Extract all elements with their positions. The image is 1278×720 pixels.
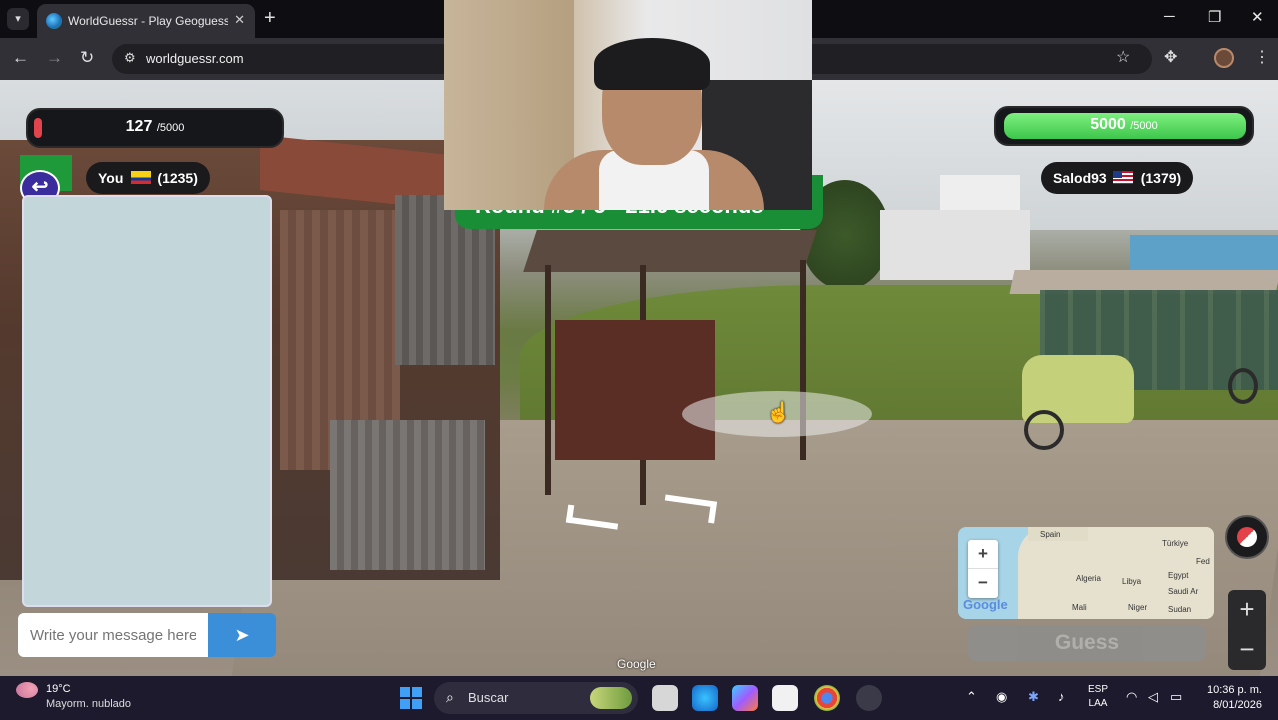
maximize-button[interactable]: ❐ [1208, 8, 1221, 26]
windows-taskbar: 19°C Mayorm. nublado ⌕ Buscar ⌃ ◉ ✱ ♪ ES… [0, 676, 1278, 720]
map-label: Fed [1196, 557, 1210, 566]
weather-description[interactable]: Mayorm. nublado [46, 698, 131, 710]
us-flag-icon [1112, 171, 1133, 184]
microphone-icon[interactable]: ♪ [1058, 689, 1065, 704]
onedrive-icon[interactable]: ◉ [996, 689, 1007, 705]
kiosk-post [545, 265, 551, 495]
search-label: Buscar [468, 690, 509, 705]
streetview-zoom-out-button[interactable]: − [1228, 630, 1266, 670]
task-view-icon[interactable] [652, 685, 678, 711]
copilot-icon[interactable] [732, 685, 758, 711]
clock-time: 10:36 p. m. [1206, 684, 1262, 696]
player-health-text: 127 /5000 [125, 118, 185, 135]
map-label: Libya [1122, 577, 1142, 586]
map-label: Mali [1072, 603, 1087, 612]
clock-date: 8/01/2026 [1213, 699, 1262, 711]
close-window-button[interactable]: ✕ [1251, 8, 1264, 26]
kiosk-roof [523, 230, 817, 272]
google-watermark: Google [617, 657, 656, 671]
tab-close-icon[interactable]: ✕ [234, 12, 245, 28]
system-clock[interactable]: 10:36 p. m. 8/01/2026 [1202, 683, 1262, 713]
profile-avatar[interactable] [1214, 48, 1234, 68]
windows-start-icon[interactable] [400, 687, 422, 709]
player-you-score: (1235) [157, 170, 198, 186]
volume-icon[interactable]: ◁ [1148, 689, 1158, 705]
reload-icon[interactable]: ↻ [80, 48, 94, 68]
forward-arrow-icon[interactable]: → [46, 48, 63, 68]
map-label: Saudi Ar [1168, 587, 1199, 596]
tab-search-menu-icon[interactable]: ▾ [7, 8, 29, 30]
obs-recorder-icon[interactable] [856, 685, 882, 711]
battery-icon[interactable]: ▭ [1170, 689, 1182, 705]
search-highlight-image [590, 687, 632, 709]
hand-cursor-icon: ☝ [766, 402, 791, 424]
taskbar-search[interactable]: ⌕ Buscar [434, 682, 638, 714]
send-message-button[interactable]: ➤ [208, 613, 276, 657]
extensions-puzzle-icon[interactable]: ✥ [1164, 47, 1177, 67]
chat-messages-panel[interactable] [22, 195, 272, 607]
streetview-zoom-in-button[interactable]: + [1228, 590, 1266, 630]
language-code: ESP [1088, 684, 1109, 695]
cart-wheel [1024, 410, 1064, 450]
corrugated-sheet [330, 420, 485, 570]
map-label: Egypt [1168, 571, 1189, 580]
player-health-bar: 127 /5000 [26, 108, 284, 148]
opponent-health-bar: 5000 /5000 [994, 106, 1254, 146]
house-upper [940, 175, 1020, 215]
wifi-icon[interactable]: ◠ [1126, 689, 1137, 705]
site-settings-icon[interactable]: ⚙ [124, 50, 136, 66]
show-hidden-icons[interactable]: ⌃ [966, 689, 977, 705]
webcam-person-headphones [594, 38, 710, 90]
map-zoom-out-button[interactable]: − [968, 569, 998, 598]
kiosk-stall [555, 320, 715, 460]
guess-button[interactable]: Guess [968, 625, 1206, 661]
globe-favicon-icon [46, 13, 62, 29]
chrome-icon[interactable] [814, 685, 840, 711]
opponent-health-text: 5000 /5000 [1090, 116, 1158, 133]
blue-roof-house [1130, 235, 1278, 275]
map-label: Türkiye [1162, 539, 1189, 548]
tab-title: WorldGuessr - Play Geoguessr Free [68, 14, 228, 28]
opponent-pill: Salod93 (1379) [1041, 162, 1194, 194]
map-zoom-in-button[interactable]: + [968, 540, 998, 569]
map-label: Algeria [1076, 574, 1101, 583]
opponent-score: (1379) [1140, 170, 1182, 186]
colombia-flag-icon [131, 171, 152, 184]
weather-temperature[interactable]: 19°C [46, 683, 71, 695]
keyboard-layout: LAA [1088, 698, 1108, 709]
cart-wheel [1228, 368, 1258, 404]
browser-menu-icon[interactable]: ⋮ [1254, 47, 1270, 67]
minimize-button[interactable]: ─ [1164, 8, 1175, 25]
map-label: Sudan [1168, 605, 1192, 614]
back-arrow-icon[interactable]: ← [12, 48, 29, 68]
map-label: Niger [1128, 603, 1148, 612]
keyboard-language[interactable]: ESP LAA [1088, 683, 1108, 711]
webcam-overlay [444, 0, 812, 210]
compass-icon[interactable] [1225, 515, 1269, 559]
url-text[interactable]: worldguessr.com [146, 51, 244, 66]
active-tab[interactable]: WorldGuessr - Play Geoguessr Free ✕ [37, 4, 255, 38]
map-zoom-controls: + − [968, 540, 998, 598]
microsoft-store-icon[interactable] [772, 685, 798, 711]
bookmark-star-icon[interactable]: ☆ [1116, 47, 1130, 67]
player-you-pill: You (1235) [86, 162, 210, 194]
map-label: Spain [1040, 530, 1061, 539]
new-tab-button[interactable]: + [264, 7, 276, 29]
edge-browser-icon[interactable] [692, 685, 718, 711]
search-icon: ⌕ [446, 689, 454, 705]
paper-plane-icon: ➤ [234, 625, 250, 645]
bluetooth-icon[interactable]: ✱ [1028, 689, 1039, 705]
map-google-logo: Google [963, 597, 1008, 612]
player-you-name: You [98, 170, 124, 186]
opponent-name: Salod93 [1053, 170, 1107, 186]
chat-message-input[interactable] [18, 613, 208, 657]
house [880, 210, 1030, 280]
weather-cloud-icon[interactable] [16, 682, 38, 698]
